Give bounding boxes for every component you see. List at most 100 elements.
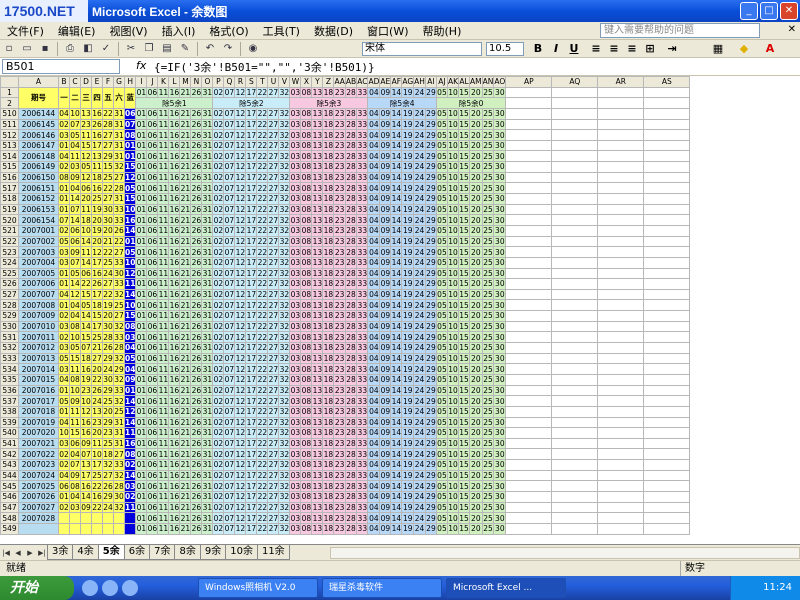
- remainder-cell[interactable]: 05: [435, 469, 448, 482]
- remainder-cell[interactable]: 04: [367, 491, 381, 503]
- empty-cell[interactable]: [643, 139, 691, 152]
- remainder-cell[interactable]: 16: [168, 405, 181, 418]
- remainder-cell[interactable]: 19: [401, 373, 415, 386]
- remainder-cell[interactable]: 29: [424, 405, 437, 418]
- digit-header[interactable]: 蓝: [123, 86, 137, 109]
- column-header[interactable]: Q: [223, 76, 236, 88]
- row-header[interactable]: 511: [0, 118, 19, 131]
- empty-cell[interactable]: [597, 278, 645, 290]
- row-header[interactable]: 532: [0, 342, 19, 354]
- remainder-cell[interactable]: 14: [390, 246, 403, 258]
- remainder-cell[interactable]: 03: [289, 331, 302, 343]
- empty-cell[interactable]: [597, 416, 645, 429]
- remainder-cell[interactable]: 05: [435, 342, 448, 354]
- empty-cell[interactable]: [551, 139, 599, 152]
- red-ball-cell[interactable]: 05: [58, 352, 70, 365]
- red-ball-cell[interactable]: 05: [80, 299, 92, 312]
- remainder-cell[interactable]: 24: [413, 267, 426, 280]
- remainder-cell[interactable]: 27: [267, 267, 280, 280]
- empty-cell[interactable]: [505, 320, 553, 333]
- row-header[interactable]: 537: [0, 395, 19, 407]
- band-number-header[interactable]: 29: [424, 86, 437, 99]
- row-header[interactable]: 530: [0, 320, 19, 333]
- remainder-cell[interactable]: 28: [344, 342, 358, 354]
- remainder-cell[interactable]: 27: [267, 161, 280, 173]
- name-box[interactable]: B501: [2, 59, 120, 74]
- issue-cell[interactable]: 2007008: [18, 299, 59, 312]
- remainder-cell[interactable]: 30: [493, 480, 507, 492]
- remainder-cell[interactable]: 17: [245, 193, 258, 205]
- remainder-cell[interactable]: 32: [278, 150, 291, 163]
- row-header[interactable]: 520: [0, 214, 19, 226]
- remainder-cell[interactable]: 23: [333, 416, 346, 429]
- remainder-cell[interactable]: 26: [190, 118, 203, 131]
- issue-cell[interactable]: 2006149: [18, 161, 59, 173]
- row-header[interactable]: 514: [0, 150, 19, 163]
- red-ball-cell[interactable]: 20: [80, 193, 92, 205]
- band-number-header[interactable]: 02: [212, 86, 225, 99]
- remainder-cell[interactable]: 32: [278, 501, 291, 514]
- remainder-cell[interactable]: 13: [311, 139, 324, 152]
- remainder-cell[interactable]: 13: [311, 182, 324, 195]
- remainder-cell[interactable]: 18: [322, 267, 335, 280]
- remainder-cell[interactable]: 03: [289, 405, 302, 418]
- red-ball-cell[interactable]: 02: [58, 331, 70, 343]
- remainder-cell[interactable]: 10: [446, 246, 460, 258]
- remainder-cell[interactable]: 20: [469, 246, 483, 258]
- band-number-header[interactable]: 05: [435, 86, 448, 99]
- remainder-cell[interactable]: 06: [146, 459, 159, 471]
- remainder-cell[interactable]: 18: [322, 278, 335, 290]
- remainder-cell[interactable]: 01: [135, 278, 148, 290]
- remainder-cell[interactable]: 07: [223, 384, 236, 397]
- remainder-cell[interactable]: 12: [234, 182, 247, 195]
- remainder-cell[interactable]: 05: [435, 501, 448, 514]
- remainder-cell[interactable]: 06: [146, 118, 159, 131]
- remainder-cell[interactable]: 23: [333, 384, 346, 397]
- remainder-cell[interactable]: 14: [390, 299, 403, 312]
- remainder-cell[interactable]: 05: [435, 522, 448, 535]
- remainder-cell[interactable]: 21: [179, 235, 192, 248]
- column-header[interactable]: D: [80, 76, 92, 88]
- red-ball-cell[interactable]: 07: [58, 214, 70, 226]
- blue-ball-cell[interactable]: 11: [123, 501, 137, 514]
- remainder-cell[interactable]: 11: [157, 214, 170, 226]
- remainder-cell[interactable]: 24: [413, 171, 426, 184]
- column-header[interactable]: C: [69, 76, 81, 88]
- remainder-cell[interactable]: 13: [311, 512, 324, 524]
- remainder-cell[interactable]: 02: [212, 448, 225, 461]
- remainder-cell[interactable]: 22: [256, 405, 269, 418]
- remainder-cell[interactable]: 10: [446, 310, 460, 322]
- remainder-cell[interactable]: 17: [245, 480, 258, 492]
- remainder-cell[interactable]: 17: [245, 171, 258, 184]
- remainder-cell[interactable]: 17: [245, 129, 258, 141]
- red-ball-cell[interactable]: 26: [91, 278, 103, 290]
- remainder-cell[interactable]: 15: [458, 288, 471, 301]
- remainder-cell[interactable]: 08: [300, 501, 313, 514]
- remainder-cell[interactable]: 14: [390, 501, 403, 514]
- red-ball-cell[interactable]: 11: [69, 416, 81, 429]
- remainder-cell[interactable]: 05: [435, 182, 448, 195]
- remainder-cell[interactable]: 01: [135, 459, 148, 471]
- remainder-cell[interactable]: 04: [367, 278, 381, 290]
- remainder-cell[interactable]: 12: [234, 246, 247, 258]
- issue-cell[interactable]: 2007017: [18, 395, 59, 407]
- remainder-cell[interactable]: 27: [267, 310, 280, 322]
- remainder-cell[interactable]: 12: [234, 522, 247, 535]
- remainder-cell[interactable]: 16: [168, 491, 181, 503]
- remainder-cell[interactable]: 07: [223, 342, 236, 354]
- remainder-cell[interactable]: 04: [367, 469, 381, 482]
- remainder-cell[interactable]: 01: [135, 118, 148, 131]
- remainder-cell[interactable]: 10: [446, 480, 460, 492]
- empty-cell[interactable]: [551, 395, 599, 407]
- empty-cell[interactable]: [551, 118, 599, 131]
- remainder-cell[interactable]: 31: [201, 448, 214, 461]
- remainder-cell[interactable]: 11: [157, 512, 170, 524]
- remainder-cell[interactable]: 29: [424, 469, 437, 482]
- blue-ball-cell[interactable]: 08: [123, 448, 137, 461]
- red-ball-cell[interactable]: 22: [102, 288, 114, 301]
- remainder-cell[interactable]: 15: [458, 193, 471, 205]
- remainder-cell[interactable]: 26: [190, 129, 203, 141]
- remainder-cell[interactable]: 33: [356, 310, 369, 322]
- remainder-cell[interactable]: 05: [435, 363, 448, 375]
- row-header[interactable]: 547: [0, 501, 19, 514]
